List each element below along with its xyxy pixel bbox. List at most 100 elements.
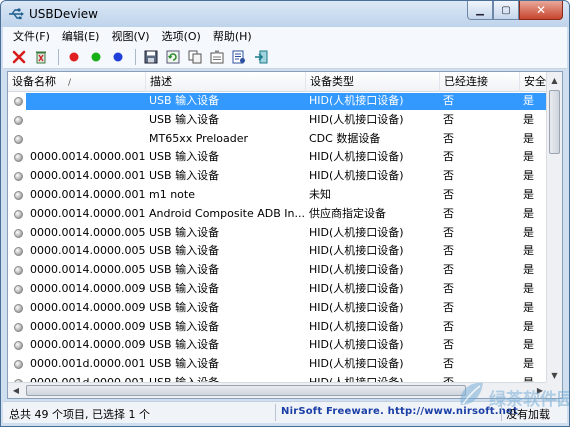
table-row[interactable]: 0000.0014.0000.009....USB 输入设备 HID(人机接口设备… <box>8 336 548 355</box>
disconnect-button[interactable] <box>9 47 29 67</box>
title-bar[interactable]: USBDeview ▁ ▢ ✕ <box>1 1 569 27</box>
vertical-scroll-thumb[interactable] <box>549 90 560 154</box>
column-header-device-name[interactable]: 设备名称 / <box>8 72 146 92</box>
refresh-button[interactable] <box>163 47 183 67</box>
cell-connected: 否 <box>443 300 454 314</box>
column-header-label: 描述 <box>150 75 172 88</box>
device-list[interactable]: 设备名称 / 描述 设备类型 已经连接 安全移 USB 输入设备 HID(人机接口… <box>7 71 563 399</box>
cell-device-type: HID(人机接口设备) <box>309 112 404 126</box>
toolbar-separator <box>58 48 59 65</box>
cell-device-name: 0000.0014.0000.001.... <box>30 150 146 164</box>
table-row[interactable]: 0000.0014.0000.001....m1 note 未知 否 是 <box>8 186 548 205</box>
device-status-icon <box>14 115 23 125</box>
device-status-icon <box>14 228 23 238</box>
save-button[interactable] <box>141 47 161 67</box>
status-divider <box>275 404 276 421</box>
cell-safe-to-unplug: 是 <box>523 281 534 295</box>
cell-safe-to-unplug: 是 <box>523 225 534 239</box>
cell-device-name: 0000.0014.0000.005.... <box>30 263 146 277</box>
column-header-safe-to-unplug[interactable]: 安全移 <box>520 72 548 92</box>
cell-description: m1 note <box>149 187 195 201</box>
cell-device-name: 0000.001d.0000.001.... <box>30 357 146 371</box>
cell-connected: 否 <box>443 338 454 352</box>
menu-edit[interactable]: 编辑(E) <box>56 28 106 44</box>
cell-connected: 否 <box>443 94 454 107</box>
table-row[interactable]: 0000.0014.0000.009....USB 输入设备 HID(人机接口设备… <box>8 318 548 337</box>
status-divider <box>501 404 502 421</box>
table-row[interactable]: 0000.001d.0000.001....USB 输入设备 HID(人机接口设备… <box>8 355 548 374</box>
cell-safe-to-unplug: 是 <box>523 206 534 220</box>
toolbar <box>3 45 567 69</box>
horizontal-scroll-thumb[interactable] <box>26 385 466 396</box>
maximize-button[interactable]: ▢ <box>493 1 519 20</box>
scroll-corner <box>546 382 562 398</box>
cell-device-name: 0000.0014.0000.001.... <box>30 206 146 220</box>
uninstall-button[interactable] <box>31 47 51 67</box>
table-row[interactable]: 0000.0014.0000.005....USB 输入设备 HID(人机接口设备… <box>8 224 548 243</box>
device-status-icon <box>14 303 23 313</box>
column-header-device-type[interactable]: 设备类型 <box>306 72 440 92</box>
device-status-icon <box>14 172 23 182</box>
device-status-icon <box>14 190 23 200</box>
scroll-up-button[interactable]: ▲ <box>547 72 562 88</box>
table-row[interactable]: 0000.0014.0000.001....Android Composite … <box>8 205 548 224</box>
cell-device-name: 0000.0014.0000.005.... <box>30 225 146 239</box>
column-header-description[interactable]: 描述 <box>146 72 306 92</box>
menu-help[interactable]: 帮助(H) <box>207 28 258 44</box>
table-row[interactable]: USB 输入设备 HID(人机接口设备) 否 是 <box>8 92 548 111</box>
cell-device-name: 0000.0014.0000.009.... <box>30 281 146 295</box>
cell-device-name: 0000.0014.0000.009.... <box>30 319 146 333</box>
table-row[interactable]: 0000.0014.0000.009....USB 输入设备 HID(人机接口设备… <box>8 299 548 318</box>
table-row[interactable]: 0000.0014.0000.005....USB 输入设备 HID(人机接口设备… <box>8 261 548 280</box>
column-header-connected[interactable]: 已经连接 <box>440 72 520 92</box>
cell-device-type: HID(人机接口设备) <box>309 244 404 258</box>
window-controls: ▁ ▢ ✕ <box>467 1 563 21</box>
device-status-icon <box>14 341 23 351</box>
device-status-icon <box>14 284 23 294</box>
menu-view[interactable]: 视图(V) <box>105 28 155 44</box>
cell-connected: 否 <box>443 244 454 258</box>
horizontal-scrollbar[interactable]: ◀ ▶ <box>8 382 548 398</box>
table-row[interactable]: MT65xx Preloader CDC 数据设备 否 是 <box>8 130 548 149</box>
cell-safe-to-unplug: 是 <box>523 131 534 145</box>
cell-device-name <box>28 92 146 111</box>
nirsoft-link[interactable]: NirSoft Freeware. http://www.nirsoft.net <box>281 406 518 417</box>
cell-device-type: HID(人机接口设备) <box>309 281 404 295</box>
cell-description: USB 输入设备 <box>149 281 220 295</box>
status-load-state: 没有加载 <box>506 408 550 421</box>
table-row[interactable]: 0000.0014.0000.001....USB 输入设备 HID(人机接口设备… <box>8 148 548 167</box>
cell-device-type: HID(人机接口设备) <box>309 150 404 164</box>
status-bar: 总共 49 个项目, 已选择 1 个 NirSoft Freeware. htt… <box>3 401 567 423</box>
table-row[interactable]: 0000.0014.0000.001....USB 输入设备 HID(人机接口设备… <box>8 167 548 186</box>
table-row[interactable]: 0000.0014.0000.009....USB 输入设备 HID(人机接口设备… <box>8 280 548 299</box>
blue-filter-button[interactable] <box>108 47 128 67</box>
cell-connected: 否 <box>443 281 454 295</box>
vertical-scrollbar[interactable]: ▲ ▼ <box>546 72 562 383</box>
menu-file[interactable]: 文件(F) <box>7 28 56 44</box>
cell-device-type: HID(人机接口设备) <box>309 263 404 277</box>
device-status-icon <box>14 322 23 332</box>
arrow-right-icon: ▶ <box>536 386 544 395</box>
device-status-icon <box>14 134 23 144</box>
column-header-label: 设备名称 <box>12 75 56 88</box>
device-status-icon <box>14 97 23 106</box>
minimize-button[interactable]: ▁ <box>467 1 493 20</box>
column-header-label: 设备类型 <box>310 75 354 88</box>
cell-safe-to-unplug: 是 <box>523 300 534 314</box>
scroll-left-button[interactable]: ◀ <box>8 383 24 398</box>
arrow-up-icon: ▲ <box>551 75 558 85</box>
table-row[interactable]: USB 输入设备 HID(人机接口设备) 否 是 <box>8 111 548 130</box>
green-filter-button[interactable] <box>86 47 106 67</box>
exit-button[interactable] <box>251 47 271 67</box>
close-button[interactable]: ✕ <box>519 1 563 20</box>
copy-button[interactable] <box>185 47 205 67</box>
table-row[interactable]: 0000.0014.0000.005....USB 输入设备 HID(人机接口设备… <box>8 242 548 261</box>
html-report-button[interactable] <box>229 47 249 67</box>
cell-description: USB 输入设备 <box>149 112 220 126</box>
scroll-down-button[interactable]: ▼ <box>547 367 562 383</box>
menu-options[interactable]: 选项(O) <box>156 28 207 44</box>
red-filter-button[interactable] <box>64 47 84 67</box>
window-title: USBDeview <box>29 7 98 21</box>
properties-button[interactable] <box>207 47 227 67</box>
cell-device-name: 0000.0014.0000.001.... <box>30 187 146 201</box>
